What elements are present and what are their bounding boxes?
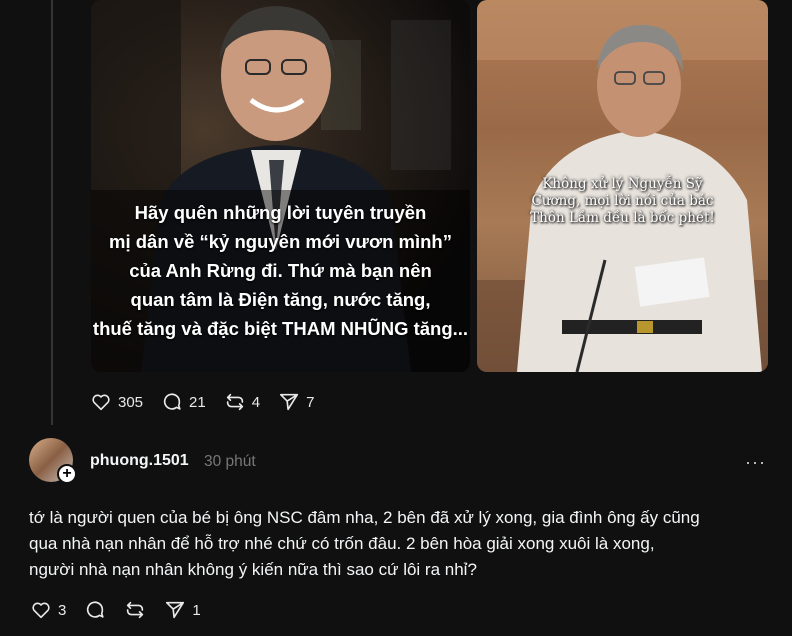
caption-line: mị dân về “kỷ nguyên mới vươn mình” — [109, 231, 452, 252]
reply-text-line: qua nhà nạn nhân để hỗ trợ nhé chứ có tr… — [29, 534, 655, 553]
send-icon — [166, 601, 185, 619]
image-2-caption: Không xử lý Nguyễn Sỹ Cương, mọi lời nói… — [497, 176, 748, 227]
more-options-icon[interactable]: ··· — [745, 452, 766, 473]
post-image-1[interactable]: Hãy quên những lời tuyên truyền mị dân v… — [91, 0, 470, 372]
caption-line: Thôn Lầm đều là bốc phét! — [530, 210, 715, 226]
heart-icon — [32, 602, 50, 619]
reply-text-line: người nhà nạn nhân không ý kiến nữa thì … — [29, 560, 477, 579]
caption-line: Cương, mọi lời nói của bác — [531, 193, 714, 209]
comment-icon — [163, 393, 181, 410]
reply-body: tớ là người quen của bé bị ông NSC đâm n… — [29, 505, 769, 583]
caption-line: thuế tăng và đặc biệt THAM NHŨNG tăng... — [92, 318, 469, 339]
caption-line: quan tâm là Điện tăng, nước tăng, — [130, 289, 431, 310]
repost-button[interactable]: 4 — [224, 391, 260, 413]
share-button[interactable]: 7 — [278, 391, 314, 413]
heart-icon — [92, 394, 110, 411]
reply-action-bar: 3 1 — [30, 599, 219, 621]
post-action-bar: 305 21 4 7 — [90, 391, 332, 413]
image-1-caption: Hãy quên những lời tuyên truyền mị dân v… — [91, 198, 470, 343]
reply-button[interactable]: 21 — [161, 391, 206, 413]
caption-line: Không xử lý Nguyễn Sỹ — [542, 176, 703, 192]
reply-text-line: tớ là người quen của bé bị ông NSC đâm n… — [29, 508, 700, 527]
repost-icon — [226, 393, 243, 411]
comment-icon — [87, 601, 104, 618]
reply-share-button[interactable]: 1 — [164, 599, 201, 621]
repost-icon — [127, 601, 144, 619]
reply-count: 21 — [189, 393, 206, 411]
caption-line: Hãy quên những lời tuyên truyền — [134, 202, 427, 223]
like-button[interactable]: 305 — [90, 391, 143, 413]
timestamp: 30 phút — [204, 453, 256, 470]
post-image-2[interactable]: Không xử lý Nguyễn Sỹ Cương, mọi lời nói… — [477, 0, 768, 372]
username[interactable]: phuong.1501 — [90, 452, 189, 470]
reply-share-count: 1 — [192, 601, 201, 619]
share-count: 7 — [306, 393, 315, 411]
thread-connector-line — [51, 0, 53, 425]
caption-line: của Anh Rừng đi. Thứ mà bạn nên — [129, 260, 432, 281]
follow-plus-icon[interactable]: + — [57, 464, 77, 484]
reply-comment-button[interactable] — [84, 599, 106, 621]
reply-repost-button[interactable] — [124, 599, 146, 621]
reply-like-count: 3 — [58, 601, 67, 619]
like-count: 305 — [118, 393, 144, 411]
send-icon — [279, 393, 299, 411]
reply-like-button[interactable]: 3 — [30, 599, 66, 621]
repost-count: 4 — [251, 393, 261, 411]
